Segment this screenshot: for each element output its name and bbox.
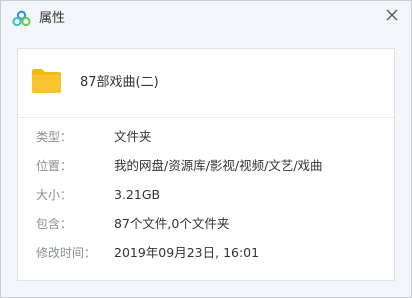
property-value: 87个文件,0个文件夹: [114, 216, 230, 231]
property-value: 我的网盘/资源库/影视/视频/文艺/戏曲: [114, 158, 323, 173]
property-value: 2019年09月23日, 16:01: [114, 245, 260, 260]
folder-icon: [32, 69, 61, 93]
property-row-location: 位置： 我的网盘/资源库/影视/视频/文艺/戏曲: [18, 156, 394, 176]
close-icon[interactable]: [382, 5, 402, 25]
property-row-contents: 包含： 87个文件,0个文件夹: [18, 214, 394, 234]
property-row-size: 大小： 3.21GB: [18, 185, 394, 205]
property-value: 文件夹: [114, 129, 152, 144]
property-row-modified: 修改时间： 2019年09月23日, 16:01: [18, 243, 394, 263]
properties-card: 87部戏曲(二) 类型： 文件夹 位置： 我的网盘/资源库/影视/视频/文艺/戏…: [17, 48, 395, 281]
cloud-logo-icon: [12, 10, 31, 27]
property-label: 包含：: [36, 217, 73, 231]
dialog-title: 属性: [39, 11, 66, 26]
file-name: 87部戏曲(二): [80, 75, 159, 90]
file-header: 87部戏曲(二): [18, 49, 394, 118]
property-row-type: 类型： 文件夹: [18, 127, 394, 147]
property-label: 修改时间：: [36, 246, 97, 260]
property-label: 大小：: [36, 188, 73, 202]
property-value: 3.21GB: [114, 187, 161, 202]
property-label: 类型：: [36, 130, 73, 144]
property-label: 位置：: [36, 159, 73, 173]
title-bar[interactable]: 属性: [1, 1, 411, 37]
properties-dialog: 属性 87部戏曲(二) 类型： 文件夹 位置： 我的网盘/资源库/影视/视频/文…: [0, 0, 412, 298]
